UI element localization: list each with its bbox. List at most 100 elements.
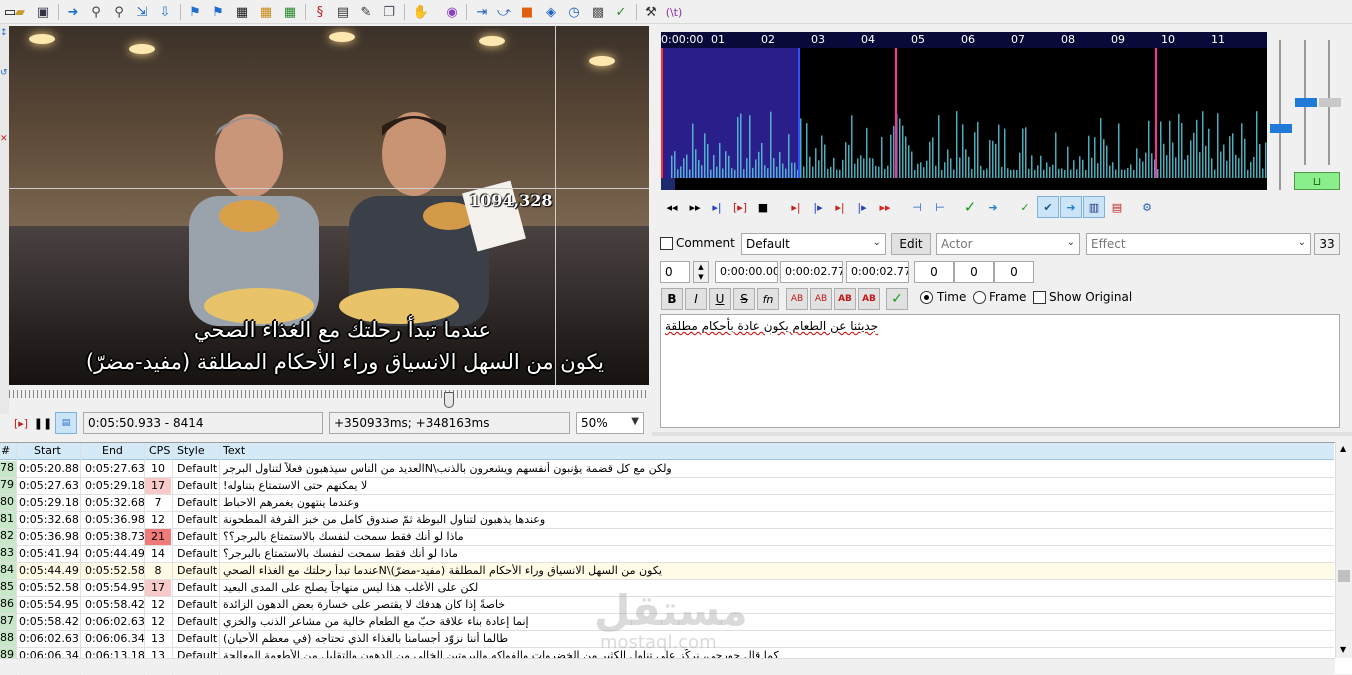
- grid-vertical-scrollbar[interactable]: ▲ ▼: [1335, 442, 1352, 658]
- margin-left-input[interactable]: 0: [914, 261, 954, 283]
- outline-color-button[interactable]: AB: [834, 288, 856, 310]
- auto-scroll-audio-icon[interactable]: ➜: [1060, 196, 1082, 218]
- play-selection-icon[interactable]: ▸|: [706, 196, 728, 218]
- effect-input[interactable]: Effect ⌄: [1086, 233, 1311, 255]
- fonts-icon[interactable]: ⇩: [155, 2, 175, 22]
- previous-line-icon[interactable]: ◂◂: [661, 196, 683, 218]
- regex-icon[interactable]: (\t): [664, 2, 684, 22]
- go-to-next-icon[interactable]: ➜: [982, 196, 1004, 218]
- table-row[interactable]: 84 0:05:44.49 0:05:52.58 8 Default يكون من ال…: [0, 563, 1334, 580]
- audio-scrollbar[interactable]: [661, 178, 1267, 190]
- commit-icon[interactable]: ✓: [959, 196, 981, 218]
- audio-icon[interactable]: §: [310, 2, 330, 22]
- open-folder-icon[interactable]: ▰: [10, 2, 30, 22]
- subtitle-text-editor[interactable]: جديثنا عن الطعام يكون عادة بأحكام مطلقة: [660, 314, 1340, 428]
- attachments-icon[interactable]: ▦: [256, 2, 276, 22]
- header-text[interactable]: Text: [223, 444, 245, 457]
- auto-commit-icon[interactable]: ✓: [1014, 196, 1036, 218]
- lead-out-icon[interactable]: ⊢: [929, 196, 951, 218]
- drag-tool-icon[interactable]: ↕: [0, 28, 8, 38]
- header-num[interactable]: #: [1, 444, 10, 457]
- video-zoom-select[interactable]: 50% ▼: [576, 412, 644, 434]
- italic-button[interactable]: I: [685, 288, 707, 310]
- scroll-up-icon[interactable]: ▲: [1340, 444, 1346, 453]
- attach-icon[interactable]: ⇲: [132, 2, 152, 22]
- end-time-input[interactable]: 0:00:02.77: [780, 261, 843, 283]
- play-to-end-icon[interactable]: ▸▸: [874, 196, 896, 218]
- table-row[interactable]: 81 0:05:32.68 0:05:36.98 12 Default وعندها يذ…: [0, 512, 1334, 529]
- zoom-in-icon[interactable]: ⚲: [86, 2, 106, 22]
- autoscroll-video-icon[interactable]: ▤: [55, 412, 77, 434]
- clip-tool-icon[interactable]: ✕: [0, 134, 8, 144]
- comment-checkbox[interactable]: [660, 237, 673, 250]
- table-row[interactable]: 78 0:05:20.88 0:05:27.63 10 Default ولكن مع ك…: [0, 461, 1334, 478]
- strikeout-button[interactable]: S: [733, 288, 755, 310]
- play-after-start-icon[interactable]: |▸: [807, 196, 829, 218]
- pause-icon[interactable]: ❚❚: [32, 412, 54, 434]
- rotate-tool-icon[interactable]: ↺: [0, 68, 8, 78]
- video-display[interactable]: 1094,328 عندما تبدأ رحلتك مع الغذاء الصح…: [9, 26, 649, 385]
- primary-color-button[interactable]: AB: [786, 288, 808, 310]
- stop-icon[interactable]: ■: [752, 196, 774, 218]
- edit-style-button[interactable]: Edit: [891, 233, 931, 255]
- header-start[interactable]: Start: [34, 444, 61, 457]
- panel-splitter[interactable]: [652, 432, 1352, 436]
- spectrum-mode-icon[interactable]: ▥: [1083, 196, 1105, 218]
- scroll-down-icon[interactable]: ▼: [1340, 645, 1346, 654]
- bold-button[interactable]: B: [661, 288, 683, 310]
- styles-manager-icon[interactable]: ⚑: [208, 2, 228, 22]
- styles-icon[interactable]: ⚑: [185, 2, 205, 22]
- shift-times-icon[interactable]: ✋: [411, 2, 431, 22]
- scroll-thumb[interactable]: [1338, 570, 1350, 582]
- duration-input[interactable]: 0:00:02.77: [846, 261, 909, 283]
- audio-vertical-zoom-thumb[interactable]: [1319, 98, 1341, 107]
- zoom-out-icon[interactable]: ⚲: [109, 2, 129, 22]
- automation-icon[interactable]: ▩: [588, 2, 608, 22]
- lead-in-icon[interactable]: ⊣: [906, 196, 928, 218]
- properties-icon[interactable]: ▦: [232, 2, 252, 22]
- tool-icon[interactable]: ◷: [564, 2, 584, 22]
- hammer-icon[interactable]: ⚒: [641, 2, 661, 22]
- timing-post-processor-icon[interactable]: ⇥: [472, 2, 492, 22]
- seek-thumb[interactable]: [444, 392, 454, 408]
- table-row[interactable]: 83 0:05:41.94 0:05:44.49 14 Default ماذا لو أ…: [0, 546, 1334, 563]
- margin-right-input[interactable]: 0: [954, 261, 994, 283]
- underline-button[interactable]: U: [709, 288, 731, 310]
- play-before-icon[interactable]: ▸|: [785, 196, 807, 218]
- video-seek-bar[interactable]: [9, 386, 649, 408]
- auto-next-icon[interactable]: ✔: [1037, 196, 1059, 218]
- play-after-icon[interactable]: |▸: [851, 196, 873, 218]
- audio-zoom-slider[interactable]: [1279, 40, 1281, 190]
- check-tool-icon[interactable]: ✓: [611, 2, 631, 22]
- audio-zoom-thumb[interactable]: [1270, 124, 1292, 133]
- actor-input[interactable]: Actor ⌄: [936, 233, 1080, 255]
- next-line-icon[interactable]: ▸▸: [684, 196, 706, 218]
- jump-to-icon[interactable]: ➜: [63, 2, 83, 22]
- translate-icon[interactable]: ✎: [356, 2, 376, 22]
- secondary-color-button[interactable]: AB: [810, 288, 832, 310]
- start-time-input[interactable]: 0:00:00.00: [715, 261, 778, 283]
- play-line-icon[interactable]: [▸]: [10, 412, 32, 434]
- resample-icon[interactable]: ◉: [442, 2, 462, 22]
- clock-icon[interactable]: ■: [517, 2, 537, 22]
- header-end[interactable]: End: [102, 444, 123, 457]
- show-original-checkbox[interactable]: [1033, 291, 1046, 304]
- header-style[interactable]: Style: [177, 444, 205, 457]
- table-row[interactable]: 80 0:05:29.18 0:05:32.68 7 Default وعندما ينت…: [0, 495, 1334, 512]
- select-lines-icon[interactable]: ◈: [541, 2, 561, 22]
- time-radio[interactable]: [920, 291, 933, 304]
- script-icon[interactable]: ▤: [333, 2, 353, 22]
- video-icon[interactable]: ▦: [280, 2, 300, 22]
- audio-settings-icon[interactable]: ⚙: [1136, 196, 1158, 218]
- save-icon[interactable]: ▣: [33, 2, 53, 22]
- table-row[interactable]: 82 0:05:36.98 0:05:38.73 21 Default ماذا لو أ…: [0, 529, 1334, 546]
- spell-check-icon[interactable]: ❐: [379, 2, 399, 22]
- shadow-color-button[interactable]: AB: [858, 288, 880, 310]
- karaoke-icon[interactable]: ▤: [1106, 196, 1128, 218]
- video-time-display[interactable]: 0:05:50.933 - 8414: [83, 412, 323, 434]
- audio-volume-thumb[interactable]: [1295, 98, 1317, 107]
- commit-button[interactable]: ✓: [886, 288, 908, 310]
- frame-radio[interactable]: [973, 291, 986, 304]
- header-cps[interactable]: CPS: [149, 444, 170, 457]
- play-before-end-icon[interactable]: ▸|: [829, 196, 851, 218]
